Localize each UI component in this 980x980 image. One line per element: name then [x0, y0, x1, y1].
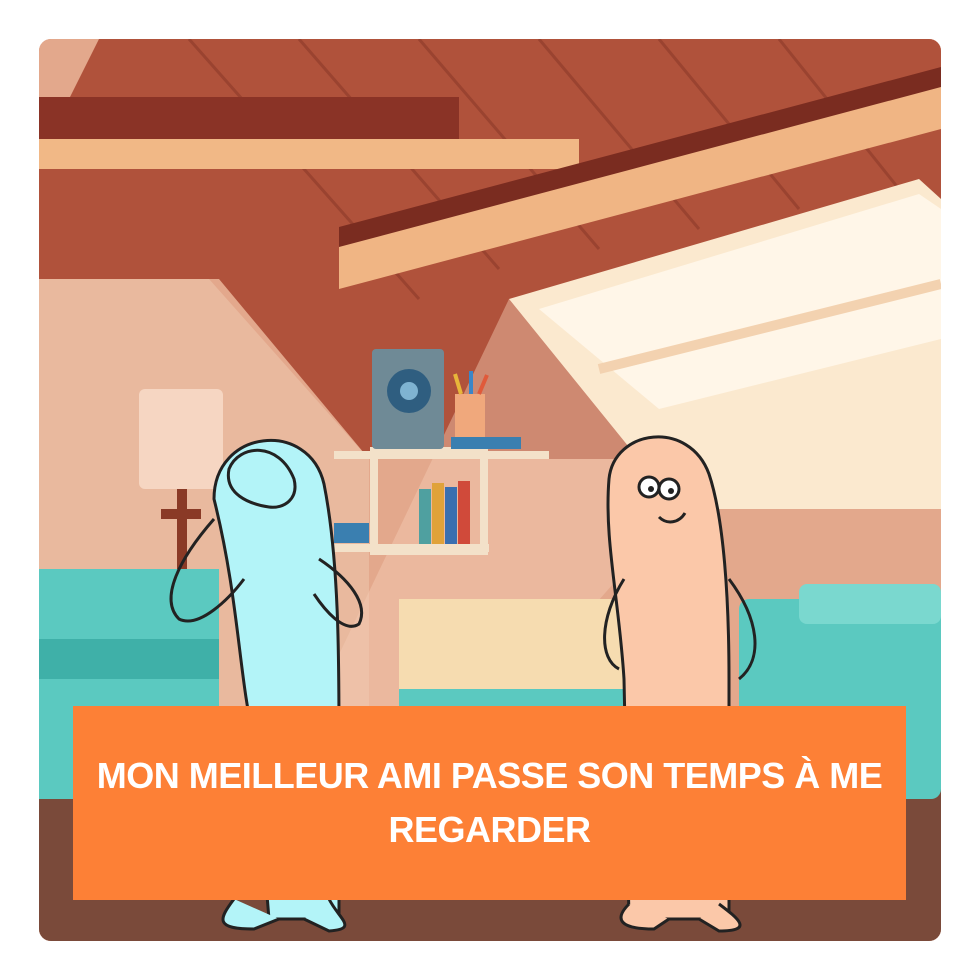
lamp-joint — [161, 509, 201, 519]
beam-top-light — [39, 139, 579, 169]
lamp-shade — [139, 389, 223, 489]
caption-box: MON MEILLEUR AMI PASSE SON TEMPS À ME RE… — [73, 706, 906, 900]
shelf-bottom — [334, 544, 489, 552]
caption-text: MON MEILLEUR AMI PASSE SON TEMPS À ME RE… — [96, 755, 883, 850]
pencil-cup — [455, 394, 485, 439]
speaker-center — [400, 382, 418, 400]
books-stack — [451, 437, 521, 449]
books-small — [334, 523, 369, 543]
sofa-right-back — [799, 584, 941, 624]
sofa-left-cushion — [39, 639, 219, 679]
meme-card: MON MEILLEUR AMI PASSE SON TEMPS À ME RE… — [39, 39, 941, 941]
